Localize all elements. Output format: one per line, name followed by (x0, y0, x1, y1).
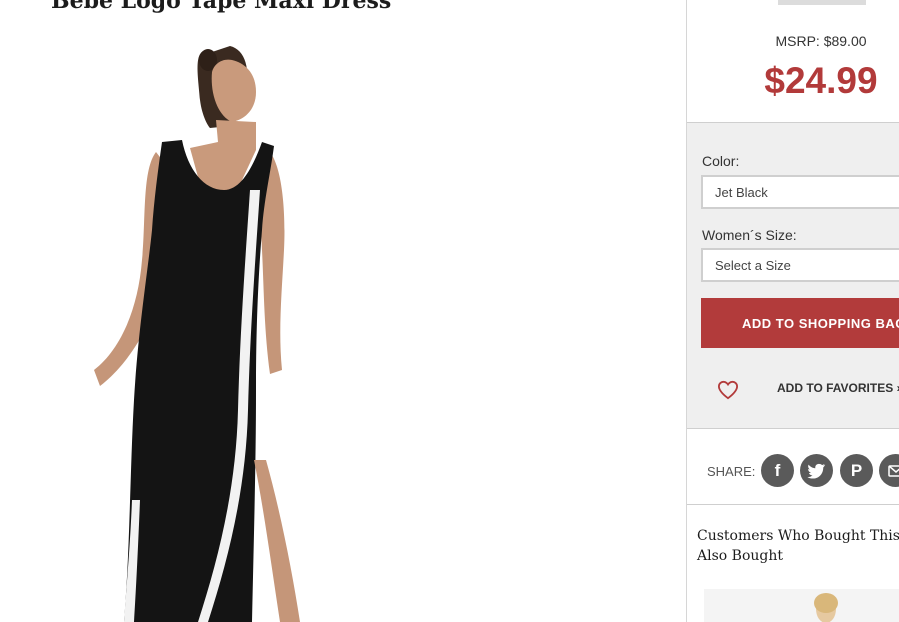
options-panel: Color: Jet Black Women´s Size: Select a … (687, 123, 899, 428)
twitter-icon[interactable] (800, 454, 833, 487)
product-title: Bebe Logo Tape Maxi Dress (51, 0, 392, 14)
share-label: SHARE: (707, 464, 756, 479)
divider (687, 428, 899, 429)
related-product-thumbnail[interactable] (704, 589, 899, 622)
heart-icon[interactable] (717, 380, 739, 400)
divider (687, 504, 899, 505)
facebook-icon[interactable]: f (761, 454, 794, 487)
swatch-strip[interactable] (778, 0, 866, 5)
related-title-line-2: Also Bought (697, 548, 783, 564)
add-to-favorites-link[interactable]: ADD TO FAVORITES › (777, 381, 899, 395)
add-to-bag-label: ADD TO SHOPPING BAG (742, 316, 899, 331)
product-image (94, 46, 300, 622)
sale-price: $24.99 (764, 60, 878, 101)
add-to-bag-button[interactable]: ADD TO SHOPPING BAG› (701, 298, 899, 348)
size-select[interactable]: Select a Size (701, 248, 899, 282)
size-label: Women´s Size: (702, 227, 797, 243)
related-products-heading: Customers Who Bought This It Also Bought (697, 526, 899, 566)
email-icon[interactable] (879, 454, 899, 487)
msrp-price: MSRP: $89.00 (775, 33, 867, 49)
color-label: Color: (702, 153, 740, 169)
buy-box: MSRP: $89.00 $24.99 Color: Jet Black Wom… (686, 0, 899, 622)
related-title-line-1: Customers Who Bought This It (697, 528, 899, 544)
color-select[interactable]: Jet Black (701, 175, 899, 209)
pinterest-icon[interactable]: P (840, 454, 873, 487)
